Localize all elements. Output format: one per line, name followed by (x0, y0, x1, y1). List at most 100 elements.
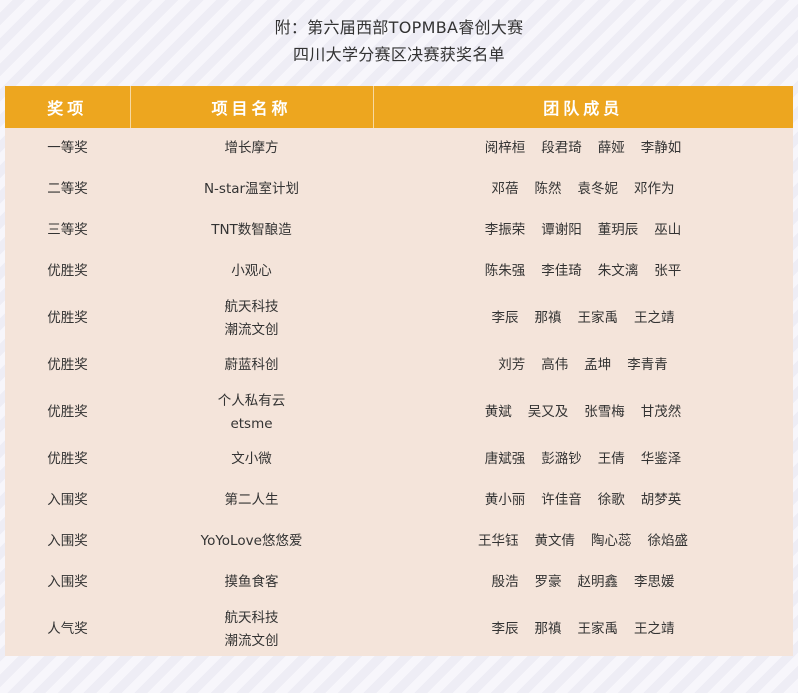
member-name: 许佳音 (541, 492, 582, 508)
member-name: 李静如 (640, 140, 682, 156)
member-name: 陶心蕊 (591, 533, 632, 549)
member-name: 殷浩 (491, 574, 519, 590)
member-name: 刘芳 (498, 357, 526, 373)
awards-table-body: 一等奖 增长摩方 阅梓桓 段君琦 薛娅 李静如 二等奖 N-star温室计划 邓蓓 陈然 袁冬妮 邓作… (5, 128, 793, 656)
project-cell: 摸鱼食客 (130, 562, 373, 603)
header-project: 项目名称 (130, 86, 374, 128)
member-name: 那禛 (534, 621, 562, 637)
project-cell: 第二人生 (130, 480, 373, 521)
project-name-line: 潮流文创 (224, 321, 279, 338)
project-name-line: N-star温室计划 (203, 181, 300, 197)
project-name-line: 增长摩方 (224, 140, 279, 156)
member-name: 李佳琦 (541, 263, 582, 279)
member-name: 李振荣 (484, 222, 526, 238)
member-name: 彭潞钞 (541, 451, 582, 467)
member-name: 段君琦 (541, 140, 582, 156)
member-name: 邓作为 (634, 181, 675, 197)
award-cell: 优胜奖 (5, 251, 130, 292)
member-name: 黄文倩 (534, 533, 576, 549)
table-row: 优胜奖 个人私有云 etsme 黄斌 吴又及 张雪梅 甘茂然 (5, 386, 793, 439)
table-row: 入围奖 YoYoLove悠悠爱 王华钰 黄文倩 陶心蕊 徐焰盛 (5, 521, 793, 562)
member-name: 王之靖 (634, 621, 675, 637)
member-name: 王之靖 (634, 310, 675, 326)
members-cell: 李振荣 谭谢阳 董玥辰 巫山 (373, 210, 793, 251)
project-cell: 蔚蓝科创 (130, 345, 373, 386)
project-cell: 航天科技 潮流文创 (130, 603, 373, 656)
table-header-row: 奖项 项目名称 团队成员 (5, 86, 793, 128)
award-cell: 入围奖 (5, 562, 130, 603)
header-members: 团队成员 (373, 86, 793, 128)
members-cell: 殷浩 罗豪 赵明鑫 李思媛 (373, 562, 793, 603)
member-name: 唐斌强 (484, 451, 526, 467)
project-cell: 航天科技 潮流文创 (130, 292, 373, 345)
member-name: 孟坤 (584, 357, 612, 373)
member-name: 李辰 (491, 310, 519, 326)
award-cell: 二等奖 (5, 169, 130, 210)
member-name: 王家禹 (577, 621, 619, 637)
members-cell: 阅梓桓 段君琦 薛娅 李静如 (373, 128, 793, 169)
members-cell: 黄小丽 许佳音 徐歌 胡梦英 (373, 480, 793, 521)
project-name-line: TNT数智酿造 (211, 222, 292, 238)
table-row: 一等奖 增长摩方 阅梓桓 段君琦 薛娅 李静如 (5, 128, 793, 169)
project-cell: 小观心 (130, 251, 373, 292)
caption-line-2: 四川大学分赛区决赛获奖名单 (293, 45, 505, 64)
member-name: 陈朱强 (484, 263, 526, 279)
member-name: 黄小丽 (484, 492, 526, 508)
member-name: 李辰 (491, 621, 519, 637)
member-name: 黄斌 (484, 404, 512, 420)
members-cell: 陈朱强 李佳琦 朱文漓 张平 (373, 251, 793, 292)
project-name-line: 航天科技 (224, 298, 279, 315)
award-cell: 入围奖 (5, 521, 130, 562)
member-name: 高伟 (541, 357, 569, 373)
project-cell: 增长摩方 (130, 128, 373, 169)
table-row: 三等奖 TNT数智酿造 李振荣 谭谢阳 董玥辰 巫山 (5, 210, 793, 251)
member-name: 阅梓桓 (484, 140, 526, 156)
member-name: 王家禹 (577, 310, 619, 326)
member-name: 李思媛 (634, 574, 675, 590)
members-cell: 黄斌 吴又及 张雪梅 甘茂然 (373, 386, 793, 439)
members-cell: 王华钰 黄文倩 陶心蕊 徐焰盛 (373, 521, 793, 562)
member-name: 巫山 (654, 222, 682, 238)
project-name-line: 蔚蓝科创 (224, 357, 279, 373)
project-name-line: 第二人生 (224, 492, 279, 508)
award-cell: 优胜奖 (5, 345, 130, 386)
project-name-line: etsme (230, 415, 273, 432)
member-name: 薛娅 (597, 140, 625, 156)
members-cell: 李辰 那禛 王家禹 王之靖 (373, 603, 793, 656)
table-row: 优胜奖 文小微 唐斌强 彭潞钞 王倩 华鉴泽 (5, 439, 793, 480)
project-name-line: 文小微 (231, 451, 272, 467)
member-name: 谭谢阳 (541, 222, 582, 238)
member-name: 徐焰盛 (647, 533, 689, 549)
table-row: 入围奖 摸鱼食客 殷浩 罗豪 赵明鑫 李思媛 (5, 562, 793, 603)
project-name-line: 摸鱼食客 (224, 574, 279, 590)
document-caption: 附：第六届西部TOPMBA睿创大赛 四川大学分赛区决赛获奖名单 (0, 0, 798, 72)
project-name-line: YoYoLove悠悠爱 (200, 533, 303, 549)
member-name: 罗豪 (534, 574, 562, 590)
award-cell: 优胜奖 (5, 439, 130, 480)
project-cell: TNT数智酿造 (130, 210, 373, 251)
member-name: 王倩 (597, 451, 625, 467)
member-name: 徐歌 (597, 492, 625, 508)
awards-table: 奖项 项目名称 团队成员 一等奖 增长摩方 阅梓桓 段君琦 薛娅 李静如 二等奖 N-star… (5, 86, 793, 656)
project-cell: 个人私有云 etsme (130, 386, 373, 439)
member-name: 张平 (654, 263, 682, 279)
table-row: 二等奖 N-star温室计划 邓蓓 陈然 袁冬妮 邓作为 (5, 169, 793, 210)
project-name-line: 潮流文创 (224, 632, 279, 649)
table-row: 优胜奖 航天科技 潮流文创 李辰 那禛 王家禹 王之靖 (5, 292, 793, 345)
member-name: 胡梦英 (640, 492, 682, 508)
member-name: 邓蓓 (491, 181, 519, 197)
member-name: 吴又及 (527, 404, 569, 420)
member-name: 华鉴泽 (640, 451, 682, 467)
project-name-line: 航天科技 (224, 609, 279, 626)
members-cell: 唐斌强 彭潞钞 王倩 华鉴泽 (373, 439, 793, 480)
member-name: 陈然 (534, 181, 562, 197)
project-cell: 文小微 (130, 439, 373, 480)
table-row: 入围奖 第二人生 黄小丽 许佳音 徐歌 胡梦英 (5, 480, 793, 521)
members-cell: 邓蓓 陈然 袁冬妮 邓作为 (373, 169, 793, 210)
member-name: 袁冬妮 (577, 181, 619, 197)
member-name: 张雪梅 (584, 404, 625, 420)
project-cell: YoYoLove悠悠爱 (130, 521, 373, 562)
member-name: 赵明鑫 (577, 574, 619, 590)
members-cell: 李辰 那禛 王家禹 王之靖 (373, 292, 793, 345)
project-cell: N-star温室计划 (130, 169, 373, 210)
